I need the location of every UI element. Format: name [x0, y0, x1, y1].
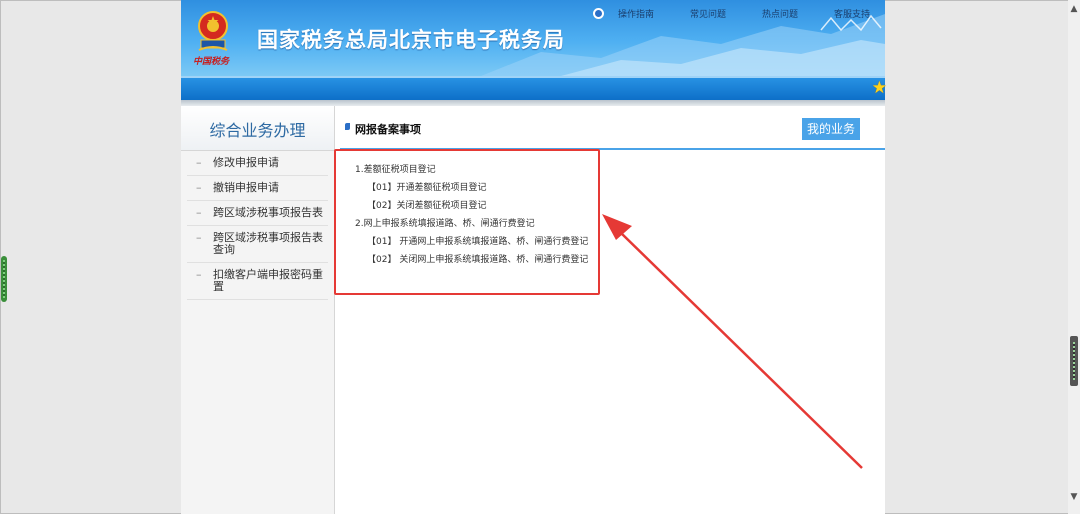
vertical-scrollbar[interactable]: ▲ ▼ — [1068, 0, 1080, 514]
scroll-up-icon[interactable]: ▲ — [1068, 2, 1080, 16]
scroll-down-icon[interactable]: ▼ — [1068, 490, 1080, 504]
scroll-thumb[interactable] — [1070, 336, 1078, 386]
annotation-arrow — [602, 214, 863, 469]
